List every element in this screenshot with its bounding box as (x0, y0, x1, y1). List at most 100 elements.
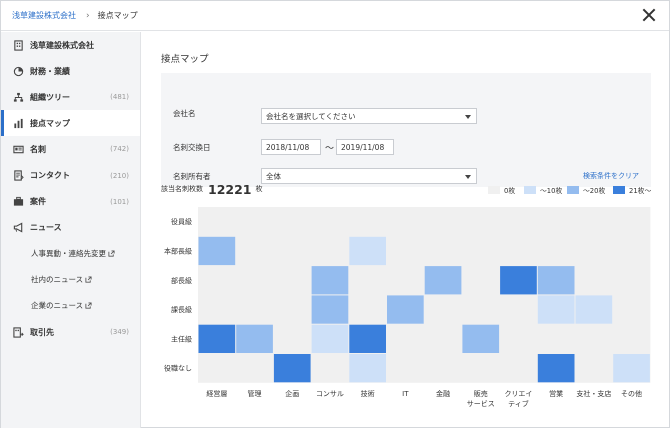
contact-heatmap: 役員級本部長級部長級課長級主任級役職なし経営層 管理 企画 コンサル 技術 IT 金融 販売サ… (164, 207, 651, 408)
external-link-icon (85, 276, 92, 283)
heatmap-cell[interactable] (311, 295, 349, 324)
news-sub-personnel[interactable]: 人事異動・連絡先変更 (1, 241, 140, 267)
heatmap-cell[interactable] (311, 324, 349, 353)
heatmap-cell[interactable] (198, 324, 236, 353)
sidebar-item-clients[interactable]: 取引先 (349) (1, 319, 140, 345)
heatmap-cell[interactable] (537, 354, 575, 383)
heatmap-cell[interactable] (462, 236, 500, 266)
heatmap-cell[interactable] (575, 324, 613, 353)
heatmap-cell[interactable] (236, 266, 273, 295)
heatmap-cell[interactable] (462, 295, 500, 324)
sidebar-item-contact-map[interactable]: 接点マップ (1, 110, 140, 137)
heatmap-cell[interactable] (424, 324, 462, 353)
heatmap-cell[interactable] (273, 354, 311, 383)
heatmap-cell[interactable] (349, 236, 386, 266)
heatmap-cell[interactable] (198, 266, 236, 295)
heatmap-cell[interactable] (424, 295, 462, 324)
heatmap-cell[interactable] (349, 266, 386, 295)
heatmap-cell[interactable] (311, 236, 349, 266)
heatmap-cell[interactable] (198, 295, 236, 324)
column-label: IT (402, 390, 409, 398)
sidebar-item-contacts[interactable]: コンタクト (210) (1, 162, 140, 188)
heatmap-cell[interactable] (311, 354, 349, 383)
sidebar-item-count: (101) (110, 197, 129, 206)
heatmap-cell[interactable] (500, 354, 537, 383)
heatmap-cell[interactable] (273, 295, 311, 324)
sidebar-item-deals[interactable]: 案件 (101) (1, 189, 140, 215)
heatmap-cell[interactable] (462, 207, 500, 236)
heatmap-cell[interactable] (236, 236, 273, 266)
heatmap-cell[interactable] (575, 236, 613, 266)
news-sub-internal[interactable]: 社内のニュース (1, 267, 140, 293)
heatmap-cell[interactable] (387, 324, 424, 353)
sidebar-item-news[interactable]: ニュース (1, 215, 140, 241)
heatmap-cell[interactable] (537, 295, 575, 324)
heatmap-cell[interactable] (500, 266, 537, 295)
heatmap-cell[interactable] (613, 266, 650, 295)
heatmap-cell[interactable] (273, 324, 311, 353)
heatmap-cell[interactable] (349, 324, 386, 353)
heatmap-cell[interactable] (424, 207, 462, 236)
sidebar-item-label: 財務・業績 (30, 66, 70, 76)
heatmap-cell[interactable] (537, 207, 575, 236)
heatmap-cell[interactable] (198, 236, 236, 266)
heatmap-cell[interactable] (462, 354, 500, 383)
heatmap-cell[interactable] (462, 266, 500, 295)
heatmap-cell[interactable] (537, 324, 575, 353)
heatmap-cell[interactable] (424, 236, 462, 266)
heatmap-cell[interactable] (236, 295, 273, 324)
heatmap-cell[interactable] (424, 266, 462, 295)
sidebar-item-finance[interactable]: 財務・業績 (1, 58, 140, 84)
heatmap-cell[interactable] (349, 354, 386, 383)
heatmap-cell[interactable] (236, 324, 273, 353)
heatmap-cell[interactable] (613, 207, 650, 236)
heatmap-cell[interactable] (236, 354, 273, 383)
column-label: 企画 (285, 389, 299, 398)
org-chart-icon (12, 91, 24, 103)
row-label: 課長級 (171, 305, 192, 314)
heatmap-cell[interactable] (575, 295, 613, 324)
heatmap-cell[interactable] (349, 207, 386, 236)
sidebar-item-label: 組織ツリー (30, 92, 70, 102)
heatmap-cell[interactable] (198, 207, 236, 236)
heatmap-cell[interactable] (537, 236, 575, 266)
heatmap-cell[interactable] (273, 236, 311, 266)
heatmap-cell[interactable] (613, 354, 650, 383)
heatmap-cell[interactable] (500, 324, 537, 353)
sidebar-item-label: 名刺 (30, 144, 46, 154)
heatmap-cell[interactable] (537, 266, 575, 295)
heatmap-cell[interactable] (273, 266, 311, 295)
heatmap-cell[interactable] (311, 207, 349, 236)
heatmap-cell[interactable] (198, 354, 236, 383)
main-content: 接点マップ 会社名 会社名を選択してください 名刺交換日 2018/11/08 … (142, 32, 670, 428)
heatmap-cell[interactable] (387, 295, 424, 324)
heatmap-cell[interactable] (311, 266, 349, 295)
heatmap-cell[interactable] (387, 354, 424, 383)
sidebar-item-org-tree[interactable]: 組織ツリー (481) (1, 84, 140, 110)
heatmap-cell[interactable] (424, 354, 462, 383)
heatmap-cell[interactable] (613, 295, 650, 324)
breadcrumb-company-link[interactable]: 浅草建設株式会社 (12, 10, 76, 21)
heatmap-cell[interactable] (462, 324, 500, 353)
heatmap-cell[interactable] (575, 354, 613, 383)
heatmap-cell[interactable] (236, 207, 273, 236)
sidebar-item-count: (742) (110, 145, 129, 154)
heatmap-cell[interactable] (575, 266, 613, 295)
heatmap-cell[interactable] (349, 295, 386, 324)
sidebar-item-count: (349) (110, 328, 129, 337)
heatmap-cell[interactable] (500, 236, 537, 266)
heatmap-cell[interactable] (387, 236, 424, 266)
sidebar-item-cards[interactable]: 名刺 (742) (1, 136, 140, 162)
heatmap-cell[interactable] (575, 207, 613, 236)
heatmap-cell[interactable] (500, 207, 537, 236)
heatmap-cell[interactable] (613, 324, 650, 353)
sidebar-item-company[interactable]: 浅草建設株式会社 (1, 32, 140, 58)
news-sub-company[interactable]: 企業のニュース (1, 293, 140, 319)
heatmap-cell[interactable] (613, 236, 650, 266)
heatmap-cell[interactable] (500, 295, 537, 324)
chevron-right-icon: › (86, 10, 90, 21)
heatmap-cell[interactable] (387, 207, 424, 236)
heatmap-cell[interactable] (387, 266, 424, 295)
heatmap-cell[interactable] (273, 207, 311, 236)
close-icon[interactable] (641, 7, 657, 23)
